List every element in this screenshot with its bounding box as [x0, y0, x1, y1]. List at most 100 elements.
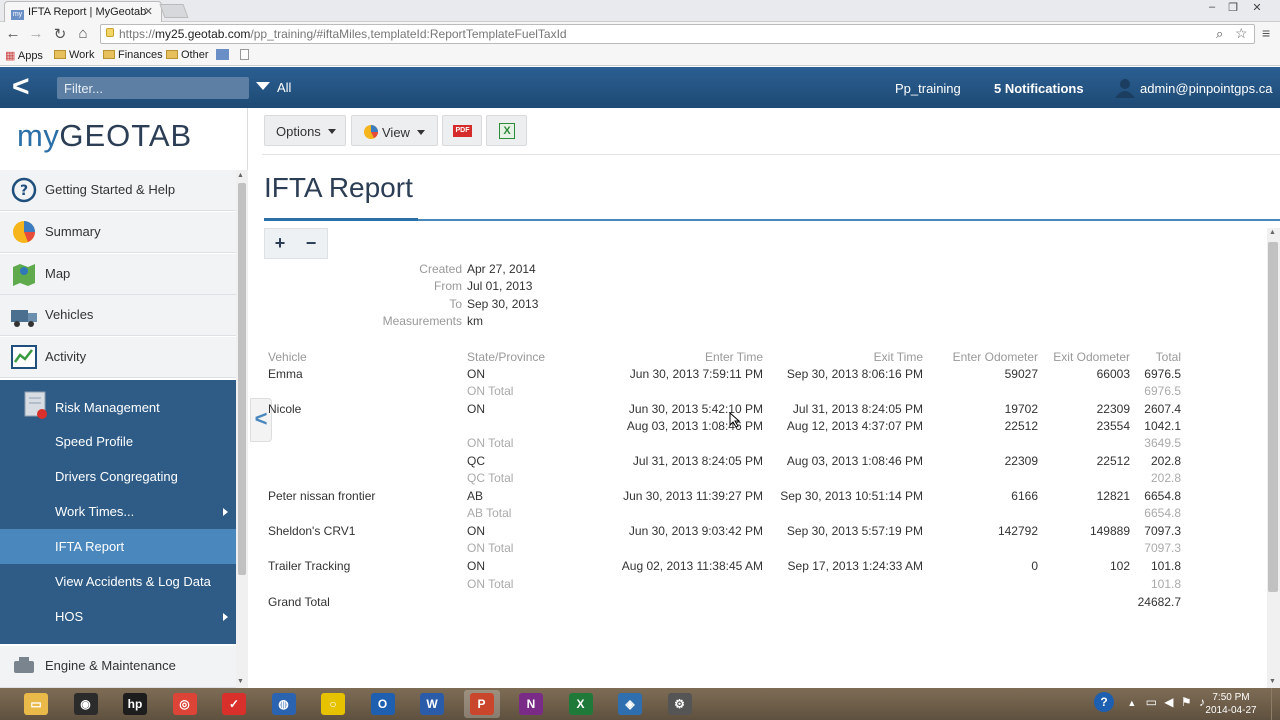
column-header-vehicle[interactable]: Vehicle — [268, 350, 307, 364]
column-header-exit-time[interactable]: Exit Time — [763, 350, 923, 364]
url-path: /pp_training/#iftaMiles,templateId:Repor… — [250, 27, 567, 41]
filter-input[interactable]: Filter... — [57, 77, 249, 99]
nav-engine-maintenance[interactable]: Engine & Maintenance — [0, 646, 236, 688]
cell-enter-odometer: 22512 — [1004, 419, 1038, 433]
nav-label: View Accidents & Log Data — [55, 574, 211, 589]
database-link[interactable]: Pp_training — [895, 81, 961, 96]
scroll-up-icon[interactable]: ▲ — [1269, 229, 1276, 236]
show-desktop-button[interactable] — [1271, 688, 1280, 720]
nav-view-accidents[interactable]: View Accidents & Log Data — [0, 564, 236, 599]
new-tab-button[interactable] — [159, 4, 189, 18]
expand-all-button[interactable]: + — [265, 233, 295, 254]
tray-expand-icon[interactable]: ▲ — [1127, 698, 1136, 708]
bookmark-other[interactable]: Other — [166, 49, 209, 61]
excel-icon[interactable]: X — [563, 690, 599, 718]
explorer-icon[interactable]: ▭ — [18, 690, 54, 718]
user-icon[interactable] — [1114, 78, 1136, 98]
column-header-state[interactable]: State/Province — [467, 350, 545, 364]
hp-icon[interactable]: hp — [117, 690, 153, 718]
url-input[interactable]: https://my25.geotab.com/pp_training/#ift… — [100, 24, 1255, 44]
app-icon[interactable]: ◈ — [612, 690, 648, 718]
home-icon[interactable]: ⌂ — [74, 25, 92, 42]
geotab-bookmark-icon[interactable] — [216, 49, 229, 60]
bookmark-star-icon[interactable]: ☆ — [1235, 25, 1248, 42]
nav-risk-management[interactable]: Risk Management — [0, 388, 236, 426]
tool-icon[interactable]: ⚙ — [662, 690, 698, 718]
nav-ifta-report[interactable]: IFTA Report — [0, 529, 236, 564]
subtotal-value: 6654.8 — [1144, 506, 1181, 520]
minimize-icon[interactable]: – — [1201, 1, 1223, 13]
user-account-link[interactable]: admin@pinpointgps.ca — [1140, 81, 1272, 96]
content-scrollbar-thumb[interactable] — [1268, 242, 1278, 592]
options-button[interactable]: Options — [264, 115, 346, 146]
notifications-link[interactable]: 5 Notifications — [994, 81, 1084, 96]
help-question-icon: ? — [11, 177, 37, 203]
nav-drivers-congregating[interactable]: Drivers Congregating — [0, 459, 236, 494]
chrome-icon[interactable]: ◎ — [167, 690, 203, 718]
nav-getting-started[interactable]: ? Getting Started & Help — [0, 170, 236, 211]
filter-dropdown-icon[interactable] — [256, 82, 270, 90]
column-header-total[interactable]: Total — [1130, 350, 1181, 364]
nav-map[interactable]: Map — [0, 254, 236, 295]
scroll-up-icon[interactable]: ▲ — [237, 172, 244, 179]
zoom-icon[interactable]: ⌕ — [1216, 26, 1223, 42]
column-header-enter-time[interactable]: Enter Time — [600, 350, 763, 364]
reload-icon[interactable]: ↻ — [51, 25, 69, 43]
page-bookmark-icon[interactable] — [240, 49, 249, 60]
page-title: IFTA Report — [264, 172, 413, 203]
nav-speed-profile[interactable]: Speed Profile — [0, 424, 236, 459]
network-icon[interactable]: ▭ — [1146, 695, 1157, 709]
ring-icon[interactable]: ○ — [315, 690, 351, 718]
scroll-down-icon[interactable]: ▼ — [1269, 678, 1276, 685]
view-label: View — [382, 125, 410, 140]
pdf-icon: PDF — [453, 125, 472, 137]
mygeotab-logo[interactable]: myGEOTAB — [17, 118, 192, 154]
column-header-exit-odometer[interactable]: Exit Odometer — [1038, 350, 1130, 364]
excel-export-button[interactable]: X — [486, 115, 527, 146]
nav-summary[interactable]: Summary — [0, 212, 236, 253]
bookmark-work[interactable]: Work — [54, 49, 94, 61]
back-arrow-icon[interactable]: ← — [4, 25, 22, 42]
cell-enter-odometer: 59027 — [1004, 367, 1038, 381]
scroll-down-icon[interactable]: ▼ — [237, 678, 244, 685]
taskbar-clock[interactable]: 7:50 PM 2014-04-27 — [1205, 691, 1257, 717]
window-close-icon[interactable]: ✕ — [1246, 1, 1268, 14]
excel-icon: X — [499, 123, 515, 139]
word-icon[interactable]: W — [414, 690, 450, 718]
view-button[interactable]: View — [351, 115, 438, 146]
back-chevron-icon[interactable]: < — [12, 72, 30, 102]
tab-close-icon[interactable]: ✕ — [144, 5, 153, 18]
menu-icon[interactable]: ≡ — [1262, 25, 1270, 41]
todo-icon[interactable]: ✓ — [216, 690, 252, 718]
help-tray-icon[interactable]: ? — [1094, 692, 1114, 712]
measurements-label: Measurements — [382, 314, 462, 328]
cell-total: 101.8 — [1150, 559, 1181, 573]
bookmark-apps[interactable]: ▦ Apps — [5, 49, 43, 62]
restore-icon[interactable]: ❐ — [1222, 1, 1244, 14]
forward-arrow-icon[interactable]: → — [27, 25, 45, 42]
all-groups-button[interactable]: All — [277, 80, 291, 95]
powerpoint-icon[interactable]: P — [463, 690, 500, 718]
sidebar-scrollbar-thumb[interactable] — [238, 183, 246, 575]
flag-icon[interactable]: ⚑ — [1181, 695, 1192, 709]
onenote-icon[interactable]: N — [513, 690, 549, 718]
nav-label: HOS — [55, 609, 84, 624]
chrome-icon-glyph: ◎ — [172, 693, 197, 715]
media-icon[interactable]: ◉ — [68, 690, 104, 718]
bookmark-finances[interactable]: Finances — [103, 49, 163, 61]
nav-work-times[interactable]: Work Times... — [0, 494, 236, 529]
cell-exit-time: Sep 17, 2013 1:24:33 AM — [787, 559, 923, 573]
volume-icon[interactable]: ◀ — [1164, 695, 1173, 709]
nav-vehicles[interactable]: Vehicles — [0, 295, 236, 336]
cell-exit-odometer: 66003 — [1096, 367, 1130, 381]
browser-tab[interactable]: my IFTA Report | MyGeotab ✕ — [4, 1, 162, 22]
nav-hos[interactable]: HOS — [0, 599, 236, 634]
globe-icon[interactable]: ◍ — [266, 690, 302, 718]
pdf-export-button[interactable]: PDF — [442, 115, 482, 146]
nav-activity[interactable]: Activity — [0, 337, 236, 378]
cell-total: 2607.4 — [1144, 402, 1181, 416]
collapse-all-button[interactable]: − — [296, 233, 326, 254]
nav-label: Vehicles — [45, 307, 94, 322]
column-header-enter-odometer[interactable]: Enter Odometer — [923, 350, 1038, 364]
outlook-icon[interactable]: O — [365, 690, 401, 718]
